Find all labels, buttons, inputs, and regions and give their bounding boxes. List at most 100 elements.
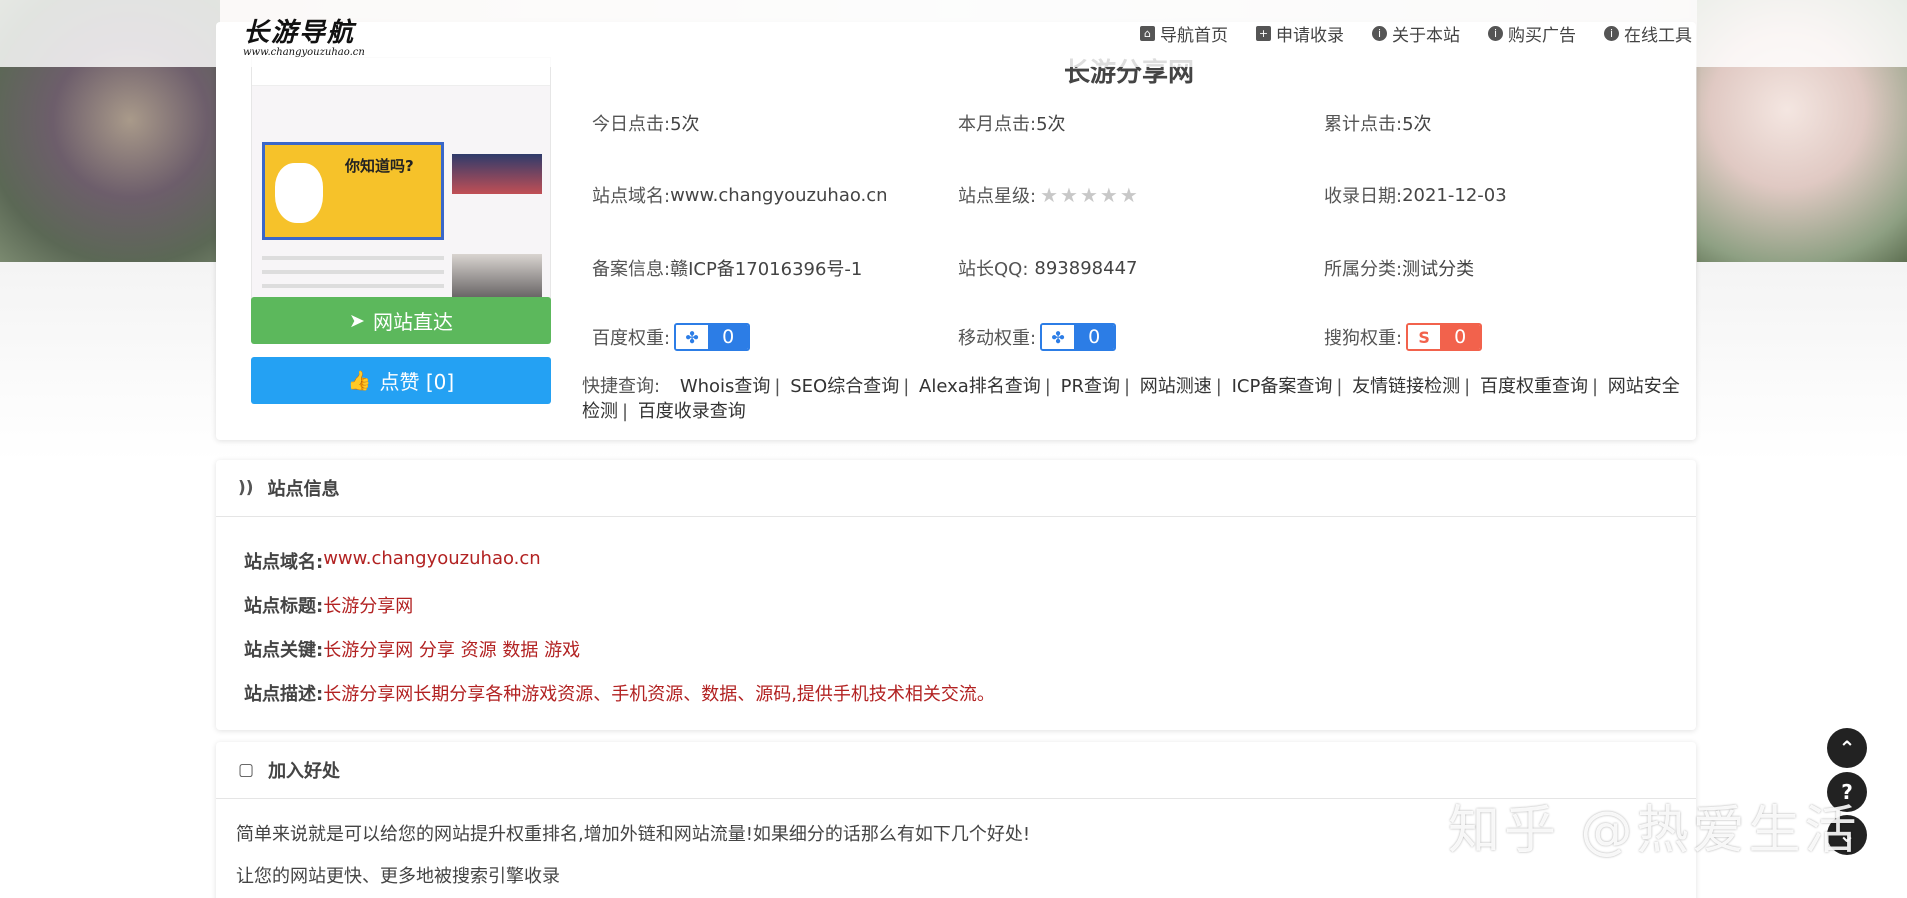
info-row-value: 长游分享网 分享 资源 数据 游戏 <box>323 640 581 661</box>
month-clicks: 本月点击: 5次 <box>958 110 1066 136</box>
thumbnail-side-image <box>452 154 542 194</box>
site-icp-label: 备案信息: <box>592 259 671 280</box>
total-clicks: 累计点击: 5次 <box>1324 110 1432 136</box>
info-row-title: 站点标题: 长游分享网 <box>244 592 413 618</box>
nav-about[interactable]: i 关于本站 <box>1372 21 1460 46</box>
site-rating: 站点星级: ★ ★ ★ ★ ★ <box>958 182 1138 208</box>
total-clicks-value: 5次 <box>1402 114 1432 135</box>
baidu-weight-label: 百度权重: <box>592 328 671 349</box>
today-clicks: 今日点击: 5次 <box>592 110 700 136</box>
mobile-weight-badge[interactable]: ✤ 0 <box>1040 323 1117 351</box>
rating-stars: ★ ★ ★ ★ ★ <box>1040 185 1138 205</box>
quick-link-whois[interactable]: Whois查询 <box>680 376 771 397</box>
main-nav: ⌂ 导航首页 + 申请收录 i 关于本站 i 购买广告 i 在线工具 <box>1140 21 1692 46</box>
baidu-weight-badge[interactable]: ✤ 0 <box>674 323 751 351</box>
nav-submit-label: 申请收录 <box>1276 26 1344 46</box>
site-domain: 站点域名: www.changyouzuhao.cn <box>592 182 888 208</box>
thumbnail-ad-text: 你知道吗? <box>345 157 414 175</box>
baidu-weight: 百度权重: ✤ 0 <box>592 323 751 351</box>
info-row-value[interactable]: www.changyouzuhao.cn <box>323 548 541 574</box>
site-thumbnail: 你知道吗? <box>251 57 551 307</box>
info-row-value: 长游分享网长期分享各种游戏资源、手机资源、数据、源码,提供手机技术相关交流。 <box>323 684 995 705</box>
month-clicks-value: 5次 <box>1036 114 1066 135</box>
today-clicks-value: 5次 <box>670 114 700 135</box>
quick-link-icp[interactable]: ICP备案查询 <box>1232 376 1333 397</box>
info-row-keywords: 站点关键: 长游分享网 分享 资源 数据 游戏 <box>244 636 580 662</box>
nav-tools[interactable]: i 在线工具 <box>1604 21 1692 46</box>
logo-text: 长游导航 <box>243 18 356 48</box>
nav-home[interactable]: ⌂ 导航首页 <box>1140 21 1228 46</box>
nav-submit[interactable]: + 申请收录 <box>1256 21 1344 46</box>
home-icon: ⌂ <box>1140 26 1155 41</box>
site-icp: 备案信息: 赣ICP备17016396号-1 <box>592 255 862 281</box>
baidu-paw-icon: ✤ <box>1042 325 1075 349</box>
site-info-header: )) 站点信息 <box>216 460 1696 517</box>
site-category-label: 所属分类: <box>1324 259 1403 280</box>
benefit-heading: 加入好处 <box>268 761 341 782</box>
quick-link-alexa[interactable]: Alexa排名查询 <box>919 376 1041 397</box>
benefit-line: 简单来说就是可以给您的网站提升权重排名,增加外链和网站流量!如果细分的话那么有如… <box>236 824 1031 845</box>
site-header: 长游导航 www.changyouzuhao.cn ⌂ 导航首页 + 申请收录 … <box>0 0 1907 67</box>
visit-site-label: 网站直达 <box>372 310 453 334</box>
site-info-card: )) 站点信息 站点域名: www.changyouzuhao.cn 站点标题:… <box>216 460 1696 730</box>
site-category: 所属分类: 测试分类 <box>1324 255 1474 281</box>
site-icp-value: 赣ICP备17016396号-1 <box>670 259 863 280</box>
quick-link-speed[interactable]: 网站测速 <box>1140 376 1212 397</box>
site-qq-value: 893898447 <box>1034 257 1138 279</box>
watermark: 知乎 @热爱生活 <box>1448 801 1861 861</box>
site-detail-card: 你知道吗? ➤ 网站直达 👍 点赞 [0] 长游分享网 今日点击: 5次 本月点… <box>216 22 1696 440</box>
mobile-weight: 移动权重: ✤ 0 <box>958 323 1117 351</box>
benefit-line: 让您的网站更快、更多地被搜索引擎收录 <box>236 866 560 887</box>
nav-ads-label: 购买广告 <box>1508 26 1576 46</box>
info-row-key: 站点域名: <box>244 552 324 573</box>
total-clicks-label: 累计点击: <box>1324 114 1403 135</box>
info-row-key: 站点关键: <box>244 640 324 661</box>
thumbnail-row <box>262 270 444 274</box>
star-icon: ★ <box>1060 183 1078 207</box>
thumbs-up-icon: 👍 <box>347 370 372 392</box>
like-label: 点赞 [0] <box>379 370 455 394</box>
sogou-weight-badge[interactable]: S 0 <box>1406 323 1483 351</box>
quick-link-pr[interactable]: PR查询 <box>1061 376 1120 397</box>
info-row-domain: 站点域名: www.changyouzuhao.cn <box>244 548 541 574</box>
thumbnail-bunny-image <box>275 163 323 223</box>
site-date-value: 2021-12-03 <box>1402 184 1507 206</box>
site-rating-label: 站点星级: <box>958 186 1037 207</box>
star-icon: ★ <box>1099 183 1118 207</box>
plus-square-icon: + <box>1256 26 1271 41</box>
quick-query: 快捷查询: Whois查询 | SEO综合查询 | Alexa排名查询 | PR查询 |… <box>582 376 1680 422</box>
sogou-icon: S <box>1408 325 1441 349</box>
like-button[interactable]: 👍 点赞 [0] <box>251 357 551 404</box>
site-date-label: 收录日期: <box>1324 186 1403 207</box>
baidu-weight-value: 0 <box>708 325 749 349</box>
quick-link-seo[interactable]: SEO综合查询 <box>790 376 899 397</box>
quick-link-baidu-weight[interactable]: 百度权重查询 <box>1480 376 1588 397</box>
mobile-weight-label: 移动权重: <box>958 328 1037 349</box>
nav-ads[interactable]: i 购买广告 <box>1488 21 1576 46</box>
today-clicks-label: 今日点击: <box>592 114 671 135</box>
chat-icon: ▢ <box>238 760 255 780</box>
quick-link-baidu-index[interactable]: 百度收录查询 <box>638 401 746 422</box>
quick-link-friendlink[interactable]: 友情链接检测 <box>1352 376 1460 397</box>
star-icon: ★ <box>1079 183 1098 207</box>
nav-about-label: 关于本站 <box>1392 26 1460 46</box>
site-domain-label: 站点域名: <box>592 186 671 207</box>
logo-subtext: www.changyouzuhao.cn <box>243 47 365 58</box>
info-row-key: 站点描述: <box>244 684 324 705</box>
star-icon: ★ <box>1040 183 1059 207</box>
chevron-up-icon: ⌃ <box>1838 736 1856 760</box>
site-qq-label: 站长QQ: <box>958 259 1029 280</box>
back-to-top-button[interactable]: ⌃ <box>1827 728 1867 768</box>
visit-site-button[interactable]: ➤ 网站直达 <box>251 297 551 344</box>
site-logo[interactable]: 长游导航 www.changyouzuhao.cn <box>243 12 368 58</box>
sogou-weight: 搜狗权重: S 0 <box>1324 323 1483 351</box>
info-row-key: 站点标题: <box>244 596 324 617</box>
star-icon: ★ <box>1119 183 1138 207</box>
mobile-weight-value: 0 <box>1074 325 1115 349</box>
site-date: 收录日期: 2021-12-03 <box>1324 182 1507 208</box>
sogou-weight-value: 0 <box>1440 325 1481 349</box>
rss-icon: )) <box>238 478 254 498</box>
info-row-description: 站点描述: 长游分享网长期分享各种游戏资源、手机资源、数据、源码,提供手机技术相… <box>244 680 995 706</box>
site-info-heading: 站点信息 <box>267 479 340 500</box>
info-row-value: 长游分享网 <box>323 596 414 617</box>
